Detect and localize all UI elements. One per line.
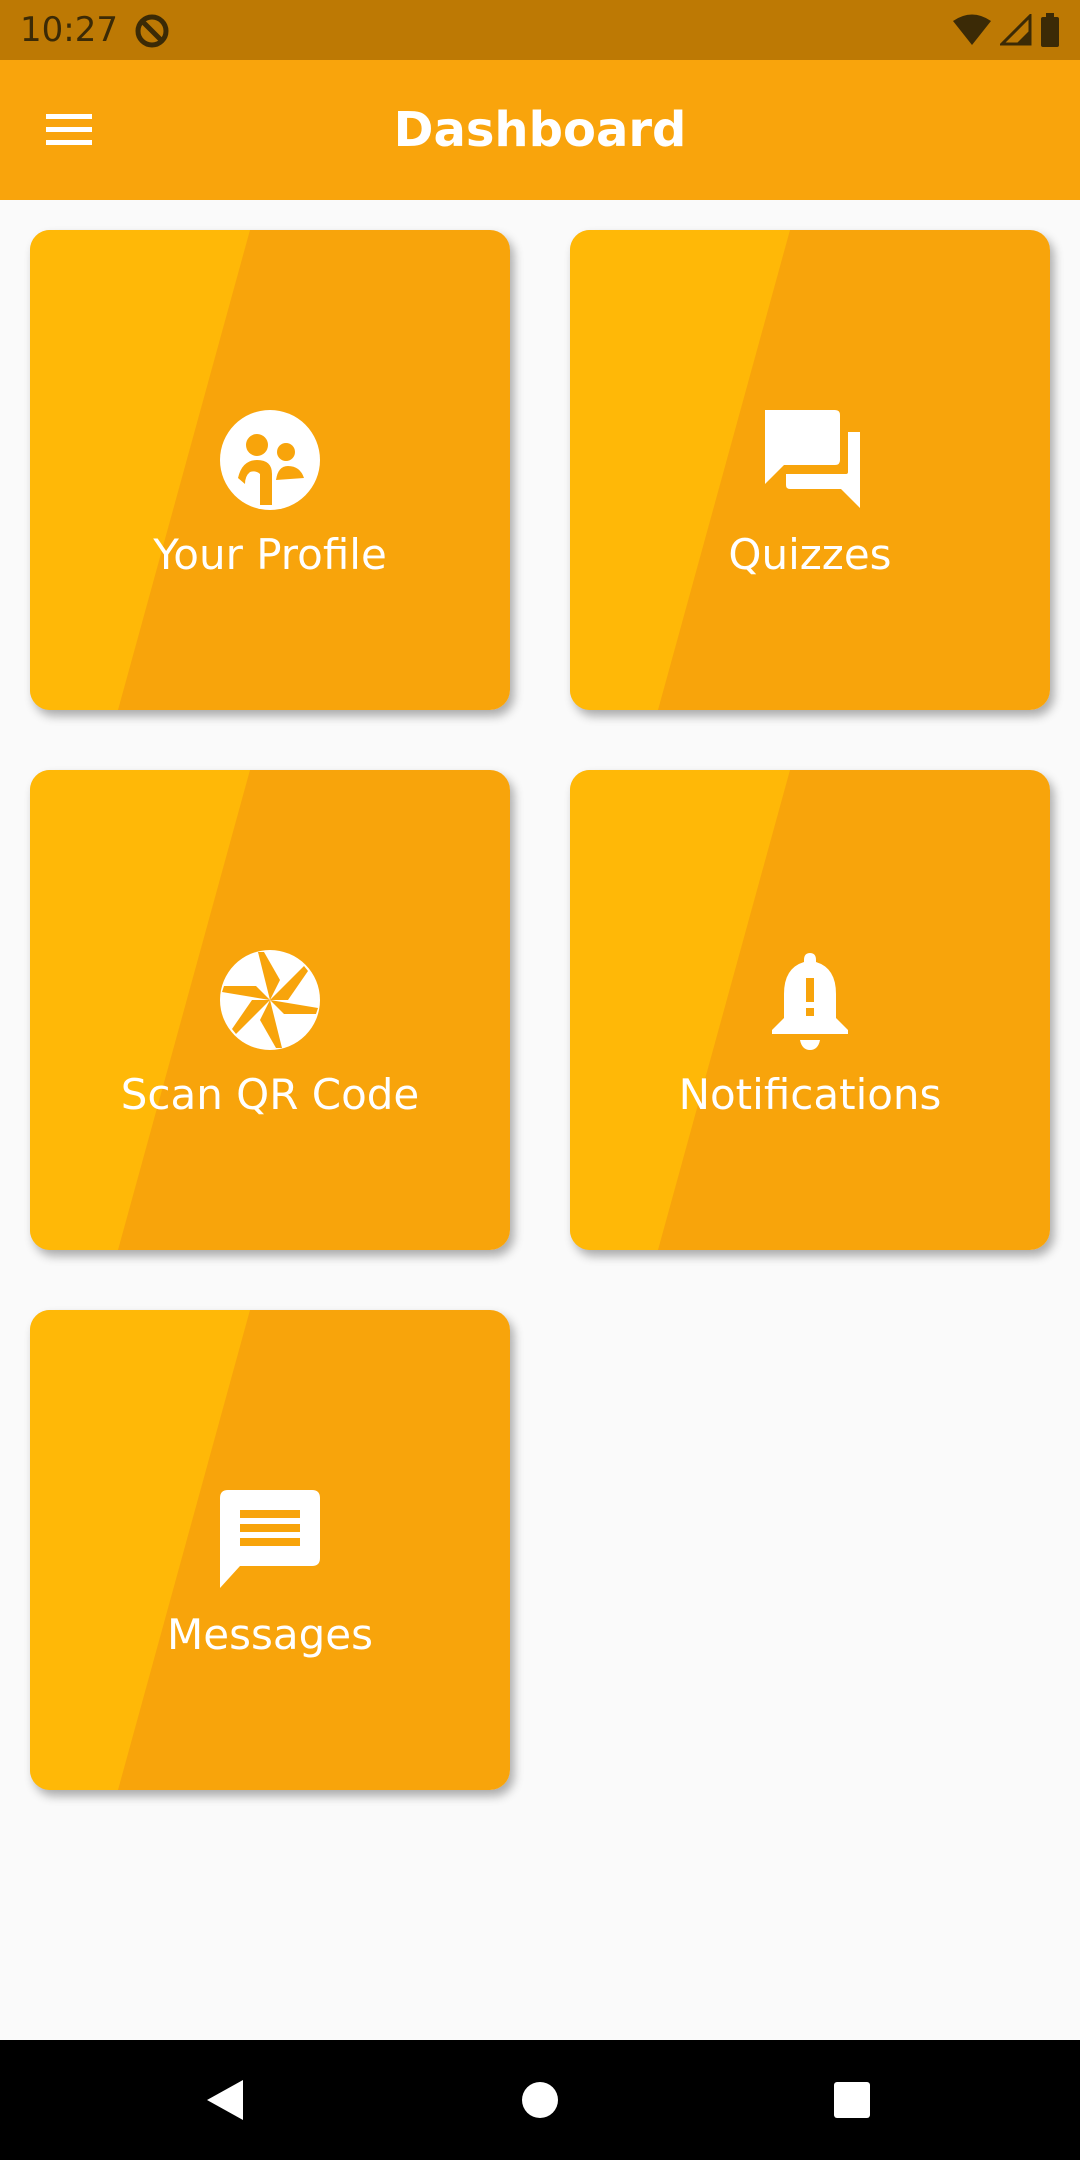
card-label: Quizzes — [728, 530, 892, 579]
card-quizzes[interactable]: Quizzes — [570, 230, 1050, 710]
card-label: Your Profile — [153, 530, 387, 579]
message-icon — [220, 1490, 320, 1588]
card-label: Notifications — [678, 1070, 942, 1119]
card-label: Messages — [167, 1610, 373, 1659]
status-time: 10:27 — [20, 10, 118, 50]
bell-alert-icon — [772, 953, 848, 1050]
back-icon — [207, 2080, 243, 2120]
home-icon — [522, 2082, 558, 2118]
status-icons — [952, 12, 1060, 48]
card-notifications[interactable]: Notifications — [570, 770, 1050, 1250]
app-bar: Dashboard — [0, 60, 1080, 200]
do-not-disturb-icon — [135, 14, 169, 48]
forum-icon — [765, 410, 860, 508]
navigation-bar — [0, 2040, 1080, 2160]
recents-icon — [834, 2082, 870, 2118]
card-messages[interactable]: Messages — [30, 1310, 510, 1790]
card-your-profile[interactable]: Your Profile — [30, 230, 510, 710]
card-scan-qr-code[interactable]: Scan QR Code — [30, 770, 510, 1250]
recents-button[interactable] — [822, 2070, 882, 2130]
profile-group-icon — [220, 410, 320, 510]
status-bar: 10:27 — [0, 0, 1080, 60]
page-title: Dashboard — [393, 102, 687, 158]
wifi-icon — [953, 14, 991, 45]
back-button[interactable] — [195, 2070, 255, 2130]
signal-icon — [1000, 14, 1032, 46]
home-button[interactable] — [510, 2070, 570, 2130]
card-label: Scan QR Code — [120, 1070, 420, 1119]
camera-aperture-icon — [220, 950, 320, 1050]
battery-icon — [1041, 13, 1059, 47]
